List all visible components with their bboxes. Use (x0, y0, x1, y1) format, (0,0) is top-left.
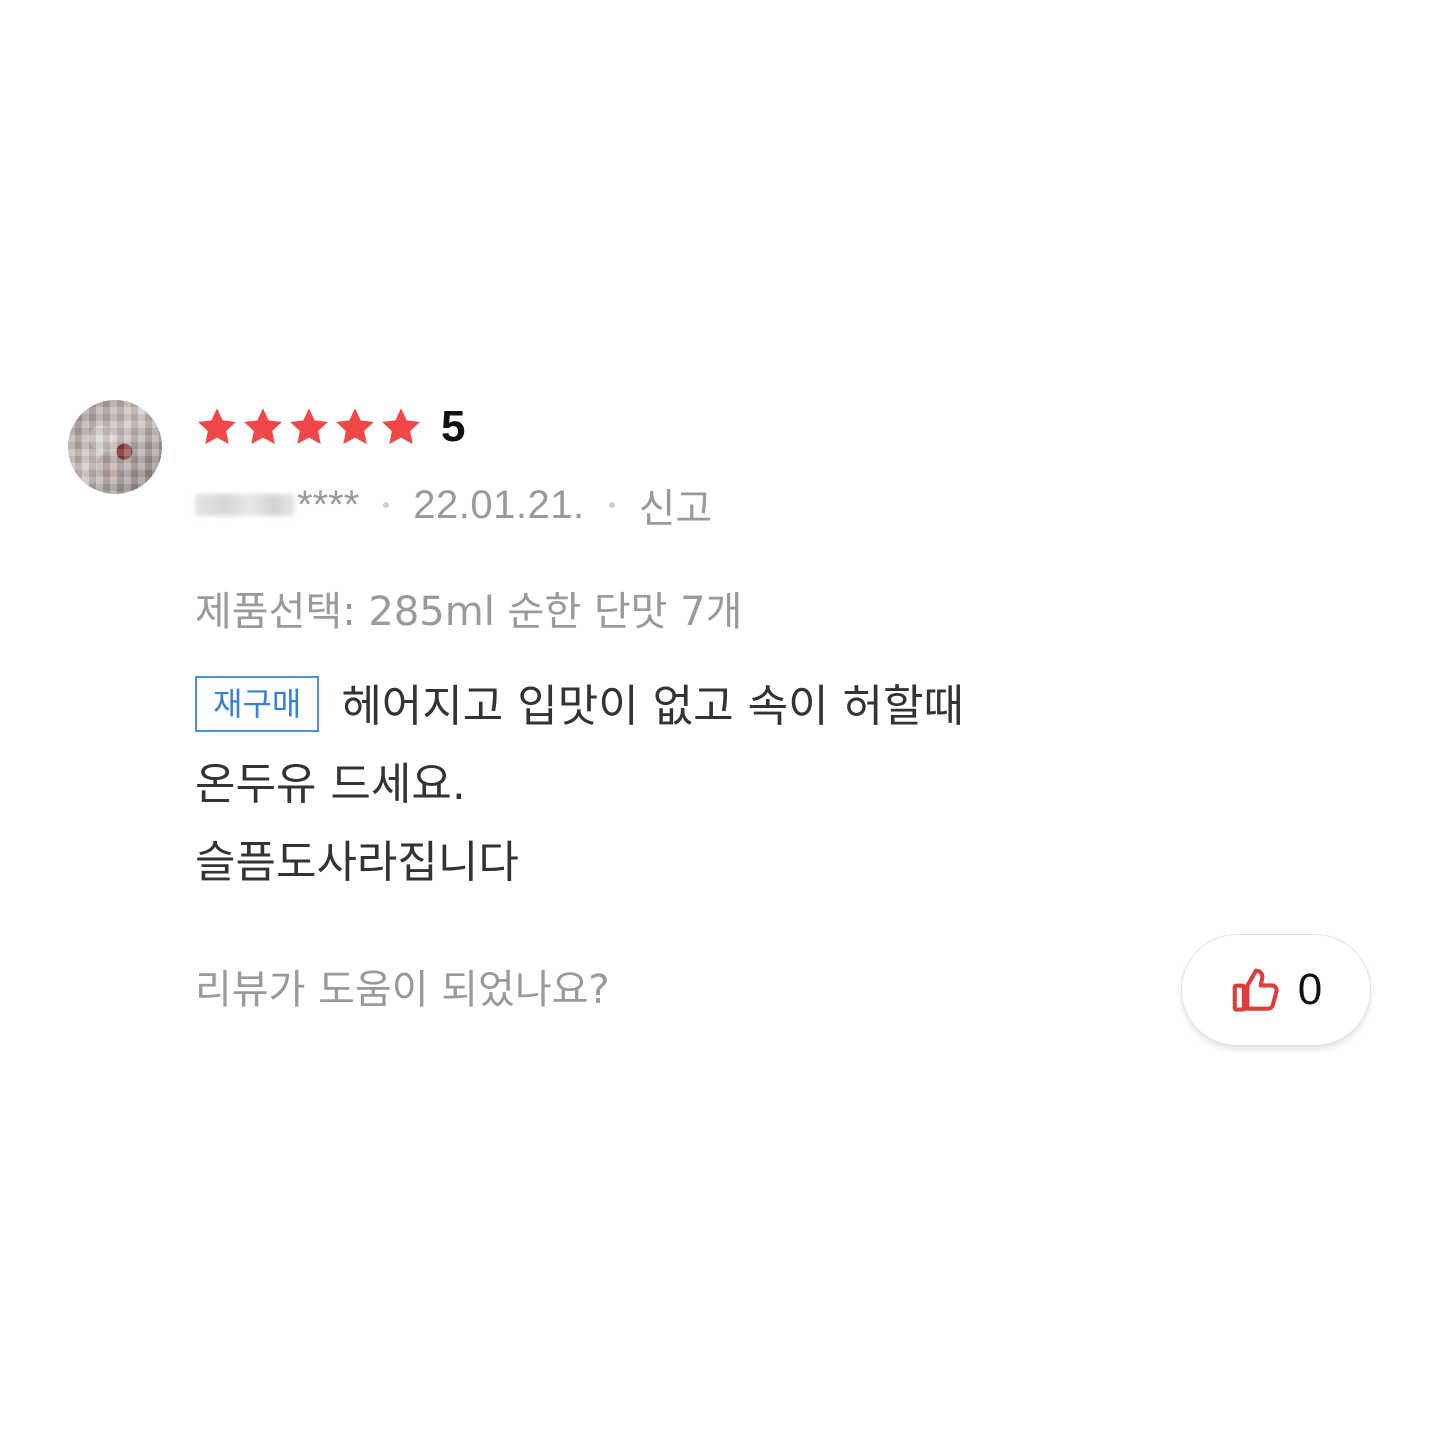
rating-row: 5 (195, 402, 465, 452)
report-link[interactable]: 신고 (639, 476, 713, 534)
review-body: 재구매 헤어지고 입맛이 없고 속이 허할때 온두유 드세요. 슬픔도사라집니다 (195, 668, 1295, 902)
star-icon (336, 408, 374, 445)
review-line: 슬픔도사라집니다 (195, 837, 519, 888)
helpful-like-button[interactable]: 0 (1181, 934, 1371, 1046)
author-name-mask: **** (297, 482, 360, 527)
review-line-text: 헤어지고 입맛이 없고 속이 허할때 (341, 681, 964, 732)
author-name-blurred (195, 494, 295, 516)
review-card: 5 **** 22.01.21. 신고 제품선택: 285ml 순한 단맛 7개… (0, 0, 1440, 1440)
review-line: 재구매 헤어지고 입맛이 없고 속이 허할때 (195, 668, 1295, 746)
review-date: 22.01.21. (413, 482, 585, 527)
star-icon (290, 408, 328, 445)
rating-value: 5 (441, 402, 466, 451)
separator-dot (608, 502, 615, 508)
separator-dot (383, 502, 390, 508)
helpful-question: 리뷰가 도움이 되었나요? (195, 967, 610, 1013)
author-name: **** (195, 483, 359, 528)
thumbs-up-icon (1232, 968, 1279, 1012)
star-icon (382, 408, 420, 445)
like-count: 0 (1297, 965, 1323, 1014)
star-icon (244, 408, 282, 445)
star-icon (198, 408, 236, 445)
repurchase-badge: 재구매 (195, 676, 320, 732)
product-option: 제품선택: 285ml 순한 단맛 7개 (195, 589, 743, 635)
review-meta: **** 22.01.21. 신고 (195, 478, 712, 532)
star-rating (195, 405, 423, 449)
review-line: 온두유 드세요. (195, 759, 466, 810)
avatar (68, 400, 162, 494)
